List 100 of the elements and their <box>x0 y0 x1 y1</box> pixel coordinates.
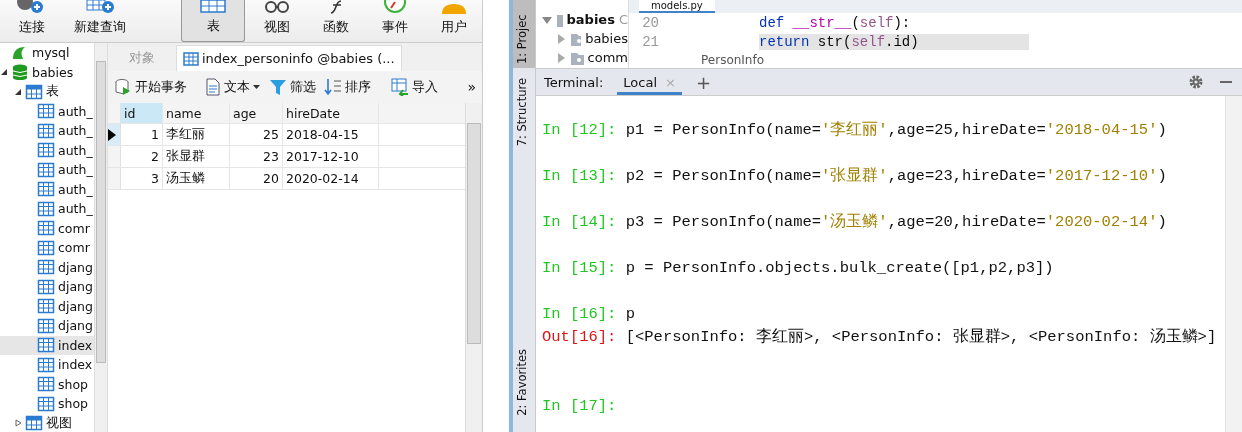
table-icon <box>37 298 55 315</box>
table-icon <box>37 161 55 178</box>
table-cell: 3 <box>121 168 163 189</box>
table-cell: 1 <box>121 124 163 145</box>
toolbar-button[interactable]: 表 <box>180 0 246 42</box>
row-marker[interactable] <box>108 146 121 167</box>
tree-item[interactable]: auth_ <box>0 179 94 199</box>
table-cell: 汤玉鳞 <box>163 168 230 189</box>
toolbar-button[interactable]: 视图 <box>249 0 305 42</box>
settings-icon[interactable] <box>1188 74 1204 90</box>
side-tab[interactable]: 7: Structure <box>513 74 535 151</box>
tree-item[interactable]: comr <box>0 218 94 238</box>
new-table-icon <box>84 0 115 14</box>
table-icon <box>37 317 55 334</box>
sort-icon <box>324 78 342 96</box>
panel-title: Terminal: <box>544 74 604 90</box>
toolbar-button[interactable]: 导入 <box>391 78 438 96</box>
toolbar-button[interactable]: 连接 <box>4 0 60 42</box>
toolbar-button[interactable]: 事件 <box>367 0 423 42</box>
tree-item[interactable]: index <box>0 335 94 355</box>
terminal-tab[interactable]: Local × <box>617 69 682 95</box>
tree-item[interactable]: mysql <box>0 43 94 63</box>
table-cell: 2 <box>121 146 163 167</box>
more-button[interactable]: » <box>467 79 476 95</box>
toolbar-button[interactable]: 排序 <box>324 78 371 96</box>
table-icon <box>37 337 55 354</box>
terminal-line: In [15]: p = PersonInfo.objects.bulk_create([p1,p2,p3]) <box>542 258 1055 279</box>
column-header[interactable]: name <box>163 103 230 123</box>
table-cell: 李红丽 <box>163 124 230 145</box>
toolbar-button[interactable]: 筛选 <box>269 78 316 96</box>
side-tab[interactable]: 2: Favorites <box>513 345 535 420</box>
toolbar-button[interactable]: 开始事务 <box>114 78 187 96</box>
tree-item[interactable]: babies <box>0 62 94 82</box>
tree-item[interactable]: djang <box>0 277 94 297</box>
table-folder-icon <box>25 83 43 100</box>
project-item[interactable]: comm <box>536 48 628 67</box>
table-import-icon <box>391 78 409 96</box>
scrollbar[interactable] <box>465 103 482 432</box>
terminal-line: In [14]: p3 = PersonInfo(name='汤玉鳞',age=20,hireDate='2020-02-14') <box>542 212 1168 233</box>
table-cell: 2017-12-10 <box>283 146 379 167</box>
document-icon <box>205 78 221 96</box>
expander-icon[interactable] <box>14 87 22 96</box>
tree-item[interactable]: shop <box>0 374 94 394</box>
scrollbar[interactable] <box>94 43 108 432</box>
row-marker[interactable] <box>108 168 121 189</box>
terminal-line: In [17]: <box>542 396 618 417</box>
tree-item[interactable]: djang <box>0 316 94 336</box>
tab[interactable]: index_personinfo @babies (... <box>176 45 402 71</box>
table-cell: 20 <box>230 168 283 189</box>
table-icon <box>37 376 55 393</box>
database-icon <box>11 64 29 81</box>
line-number: 20 <box>641 14 659 31</box>
table-icon <box>198 0 228 14</box>
table-icon <box>183 51 199 66</box>
toolbar-button[interactable]: 文本 <box>205 78 261 96</box>
column-header[interactable]: age <box>230 103 283 123</box>
terminal-line: In [16]: p <box>542 304 637 325</box>
column-header[interactable]: hireDate <box>283 103 379 123</box>
editor-tab[interactable]: models.py <box>639 0 715 13</box>
side-tab[interactable]: 1: Projec <box>513 0 535 68</box>
terminal-line: Out[16]: [<PersonInfo: 李红丽>, <PersonInfo: 张显群>, <PersonInfo: 汤玉鳞>] <box>542 327 1218 348</box>
table-icon <box>37 239 55 256</box>
caret-icon <box>253 84 261 90</box>
add-button[interactable]: + <box>695 71 712 93</box>
expander-icon[interactable] <box>0 68 8 77</box>
column-header[interactable]: id <box>121 103 163 123</box>
tree-item[interactable]: auth_ <box>0 199 94 219</box>
table-icon <box>37 278 55 295</box>
table-icon <box>37 259 55 276</box>
tree-item[interactable]: index <box>0 355 94 375</box>
table-icon <box>37 122 55 139</box>
table-icon <box>37 356 55 373</box>
table-cell: 张显群 <box>163 146 230 167</box>
terminal-line: In [12]: p1 = PersonInfo(name='李红丽',age=25,hireDate='2018-04-15') <box>542 120 1168 141</box>
toolbar-button[interactable]: 新建查询 <box>63 0 137 42</box>
toolbar-button[interactable]: 用户 <box>426 0 482 42</box>
project-item[interactable]: babies C <box>536 10 628 29</box>
code-line: def __str__(self): <box>759 14 911 31</box>
tree-item[interactable]: djang <box>0 257 94 277</box>
tree-item[interactable]: auth_ <box>0 140 94 160</box>
toolbar-button[interactable]: 函数 <box>308 0 364 42</box>
tree-item[interactable]: auth_ <box>0 121 94 141</box>
table-icon <box>37 103 55 120</box>
tree-item[interactable]: 视图 <box>0 413 94 432</box>
table-icon <box>37 181 55 198</box>
scrollbar[interactable] <box>1225 96 1242 432</box>
filter-icon <box>269 78 287 96</box>
tree-item[interactable]: auth_ <box>0 101 94 121</box>
tree-item[interactable]: auth_ <box>0 160 94 180</box>
table-icon <box>37 142 55 159</box>
row-marker[interactable] <box>108 124 121 145</box>
breadcrumb[interactable]: PersonInfo <box>701 52 765 67</box>
tree-item[interactable]: comr <box>0 238 94 258</box>
tree-item[interactable]: shop <box>0 394 94 414</box>
table-icon <box>37 220 55 237</box>
table-cell: 2018-04-15 <box>283 124 379 145</box>
project-item[interactable]: babies <box>536 29 628 48</box>
tree-item[interactable]: djang <box>0 296 94 316</box>
tree-item[interactable]: 表 <box>0 82 94 102</box>
database-icon <box>114 78 132 96</box>
